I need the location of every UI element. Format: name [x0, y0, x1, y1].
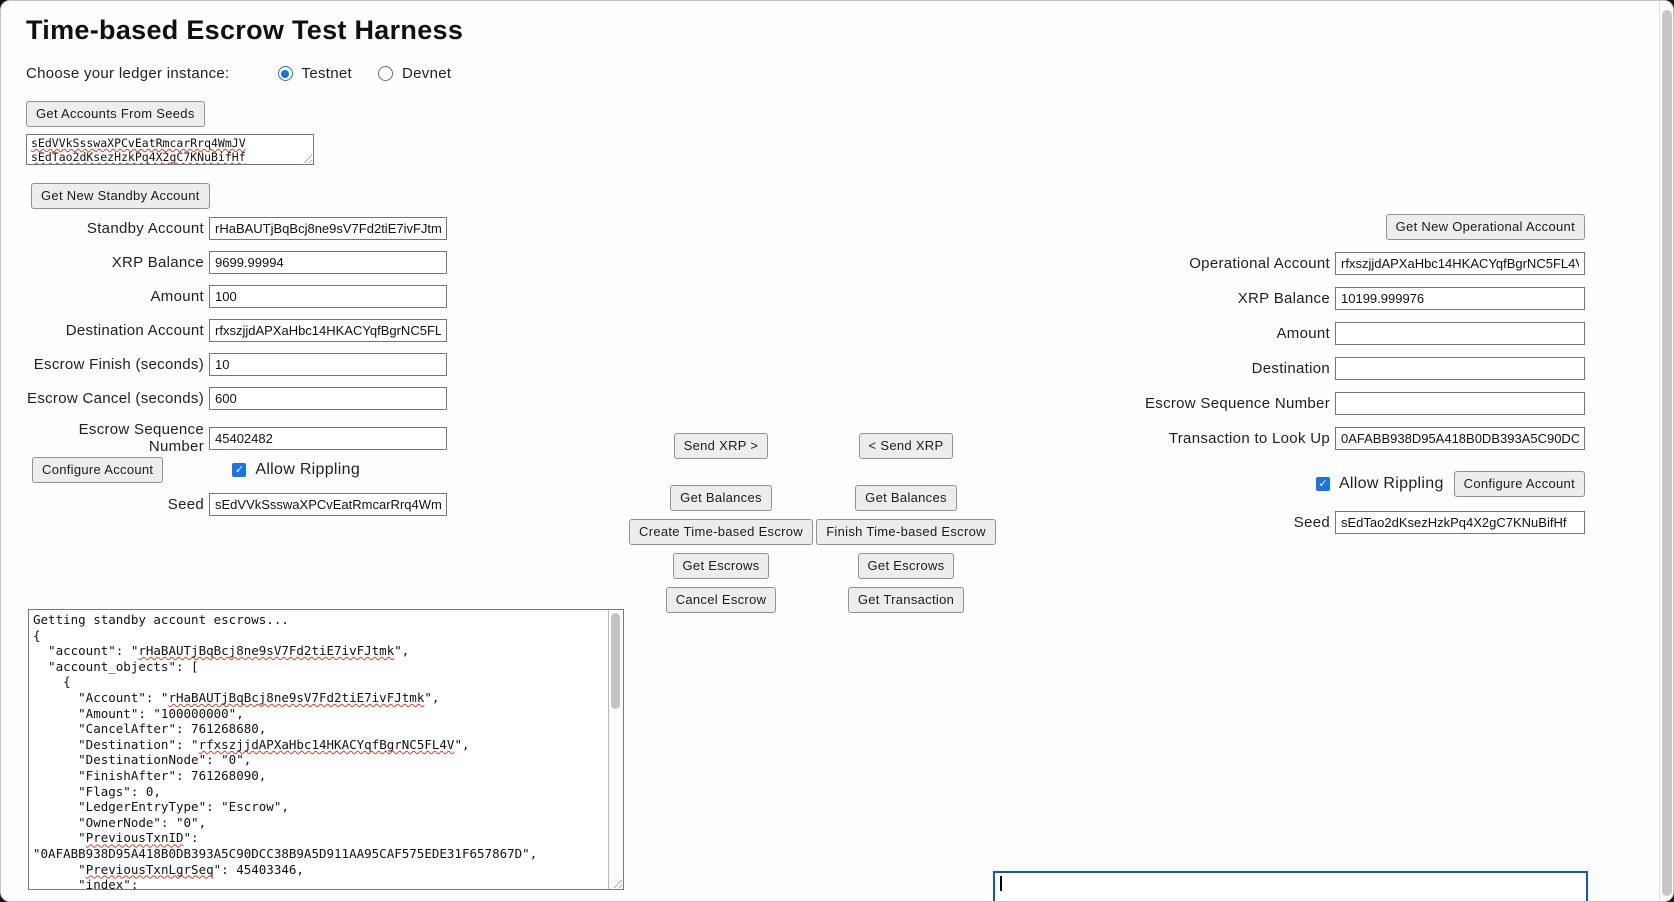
standby-xrp-balance-label: XRP Balance	[26, 254, 204, 271]
standby-results-text: Getting standby account escrows... { "ac…	[29, 610, 608, 889]
standby-results-textarea[interactable]: Getting standby account escrows... { "ac…	[28, 609, 624, 890]
operational-configure-account-button[interactable]: Configure Account	[1454, 471, 1585, 497]
standby-seed-row: Seed	[26, 493, 450, 516]
standby-seed-input[interactable]	[209, 493, 447, 516]
page-scrollbar-thumb[interactable]	[1662, 10, 1672, 896]
standby-actions-column: Send XRP > Get Balances Create Time-base…	[633, 433, 809, 613]
testnet-radio-label[interactable]: Testnet	[302, 65, 352, 82]
standby-seed-label: Seed	[26, 496, 204, 513]
field-row: Destination	[1065, 357, 1585, 380]
standby-fields: Standby Account XRP Balance Amount Desti…	[26, 217, 450, 455]
standby-escrow-sequence-input[interactable]	[209, 427, 447, 450]
operational-actions-column: < Send XRP Get Balances Finish Time-base…	[818, 433, 994, 613]
get-accounts-from-seeds-button[interactable]: Get Accounts From Seeds	[26, 101, 205, 127]
results-scrollbar-thumb[interactable]	[611, 613, 620, 709]
field-row: Amount	[1065, 322, 1585, 345]
escrow-test-harness-window: Time-based Escrow Test Harness Choose yo…	[0, 0, 1674, 902]
standby-account-label: Standby Account	[26, 220, 204, 237]
testnet-radio[interactable]	[278, 66, 293, 81]
operational-seed-label: Seed	[1294, 514, 1330, 531]
operational-account-input[interactable]	[1335, 252, 1585, 275]
escrow-finish-label: Escrow Finish (seconds)	[26, 356, 204, 373]
field-row: XRP Balance	[26, 251, 450, 274]
escrow-cancel-input[interactable]	[209, 387, 447, 410]
finish-time-based-escrow-button[interactable]: Finish Time-based Escrow	[816, 519, 996, 545]
standby-allow-rippling-checkbox[interactable]	[232, 463, 246, 477]
text-caret	[1000, 876, 1002, 891]
standby-get-balances-button[interactable]: Get Balances	[670, 485, 772, 511]
operational-destination-label: Destination	[1065, 360, 1330, 377]
standby-amount-label: Amount	[26, 288, 204, 305]
escrow-finish-input[interactable]	[209, 353, 447, 376]
standby-configure-account-button[interactable]: Configure Account	[32, 457, 163, 483]
escrow-cancel-label: Escrow Cancel (seconds)	[26, 390, 204, 407]
transaction-lookup-label: Transaction to Look Up	[1065, 430, 1330, 447]
ledger-instance-label: Choose your ledger instance:	[26, 65, 230, 82]
field-row: Escrow Cancel (seconds)	[26, 387, 450, 410]
operational-escrow-sequence-label: Escrow Sequence Number	[1065, 395, 1330, 412]
transaction-lookup-input[interactable]	[1335, 427, 1585, 450]
operational-amount-label: Amount	[1065, 325, 1330, 342]
operational-amount-input[interactable]	[1335, 322, 1585, 345]
results-scrollbar[interactable]	[608, 610, 623, 889]
operational-get-balances-button[interactable]: Get Balances	[855, 485, 957, 511]
get-transaction-button[interactable]: Get Transaction	[848, 587, 964, 613]
operational-seed-row: Seed	[1165, 511, 1585, 534]
operational-account-label: Operational Account	[1065, 255, 1330, 272]
operational-get-escrows-button[interactable]: Get Escrows	[858, 553, 955, 579]
field-row: Destination Account	[26, 319, 450, 342]
operational-xrp-balance-label: XRP Balance	[1065, 290, 1330, 307]
ledger-instance-row: Choose your ledger instance: Testnet Dev…	[26, 65, 451, 82]
standby-xrp-balance-input[interactable]	[209, 251, 447, 274]
operational-configure-row: Allow Rippling Configure Account	[1316, 471, 1585, 497]
standby-account-input[interactable]	[209, 217, 447, 240]
devnet-radio[interactable]	[378, 66, 393, 81]
field-row: XRP Balance	[1065, 287, 1585, 310]
field-row: Amount	[26, 285, 450, 308]
send-xrp-to-standby-button[interactable]: < Send XRP	[859, 433, 954, 459]
operational-allow-rippling-checkbox[interactable]	[1316, 477, 1330, 491]
devnet-radio-label[interactable]: Devnet	[402, 65, 451, 82]
field-row: Escrow Sequence Number	[26, 421, 450, 455]
page-scrollbar[interactable]	[1659, 1, 1673, 901]
operational-destination-input[interactable]	[1335, 357, 1585, 380]
send-xrp-to-operational-button[interactable]: Send XRP >	[674, 433, 769, 459]
field-row: Standby Account	[26, 217, 450, 240]
operational-seed-input[interactable]	[1335, 511, 1585, 534]
get-new-operational-account-wrap: Get New Operational Account	[1386, 214, 1585, 240]
operational-results-textarea[interactable]	[993, 871, 1588, 902]
seeds-textarea[interactable]: sEdVVkSsswaXPCvEatRmcarRrq4WmJV sEdTao2d…	[26, 134, 314, 165]
cancel-escrow-button[interactable]: Cancel Escrow	[666, 587, 777, 613]
field-row: Escrow Finish (seconds)	[26, 353, 450, 376]
standby-escrow-sequence-label: Escrow Sequence Number	[26, 421, 204, 455]
create-time-based-escrow-button[interactable]: Create Time-based Escrow	[629, 519, 813, 545]
page-title: Time-based Escrow Test Harness	[26, 15, 463, 46]
operational-allow-rippling-label: Allow Rippling	[1339, 475, 1444, 493]
standby-get-escrows-button[interactable]: Get Escrows	[673, 553, 770, 579]
operational-fields: Operational Account XRP Balance Amount D…	[1065, 252, 1585, 450]
field-row: Transaction to Look Up	[1065, 427, 1585, 450]
field-row: Escrow Sequence Number	[1065, 392, 1585, 415]
standby-allow-rippling-label: Allow Rippling	[255, 461, 360, 479]
get-new-operational-account-button[interactable]: Get New Operational Account	[1386, 214, 1585, 240]
get-new-standby-account-button[interactable]: Get New Standby Account	[31, 183, 210, 209]
standby-destination-input[interactable]	[209, 319, 447, 342]
operational-escrow-sequence-input[interactable]	[1335, 392, 1585, 415]
standby-configure-row: Configure Account Allow Rippling	[32, 457, 360, 483]
operational-xrp-balance-input[interactable]	[1335, 287, 1585, 310]
standby-amount-input[interactable]	[209, 285, 447, 308]
field-row: Operational Account	[1065, 252, 1585, 275]
standby-destination-label: Destination Account	[26, 322, 204, 339]
